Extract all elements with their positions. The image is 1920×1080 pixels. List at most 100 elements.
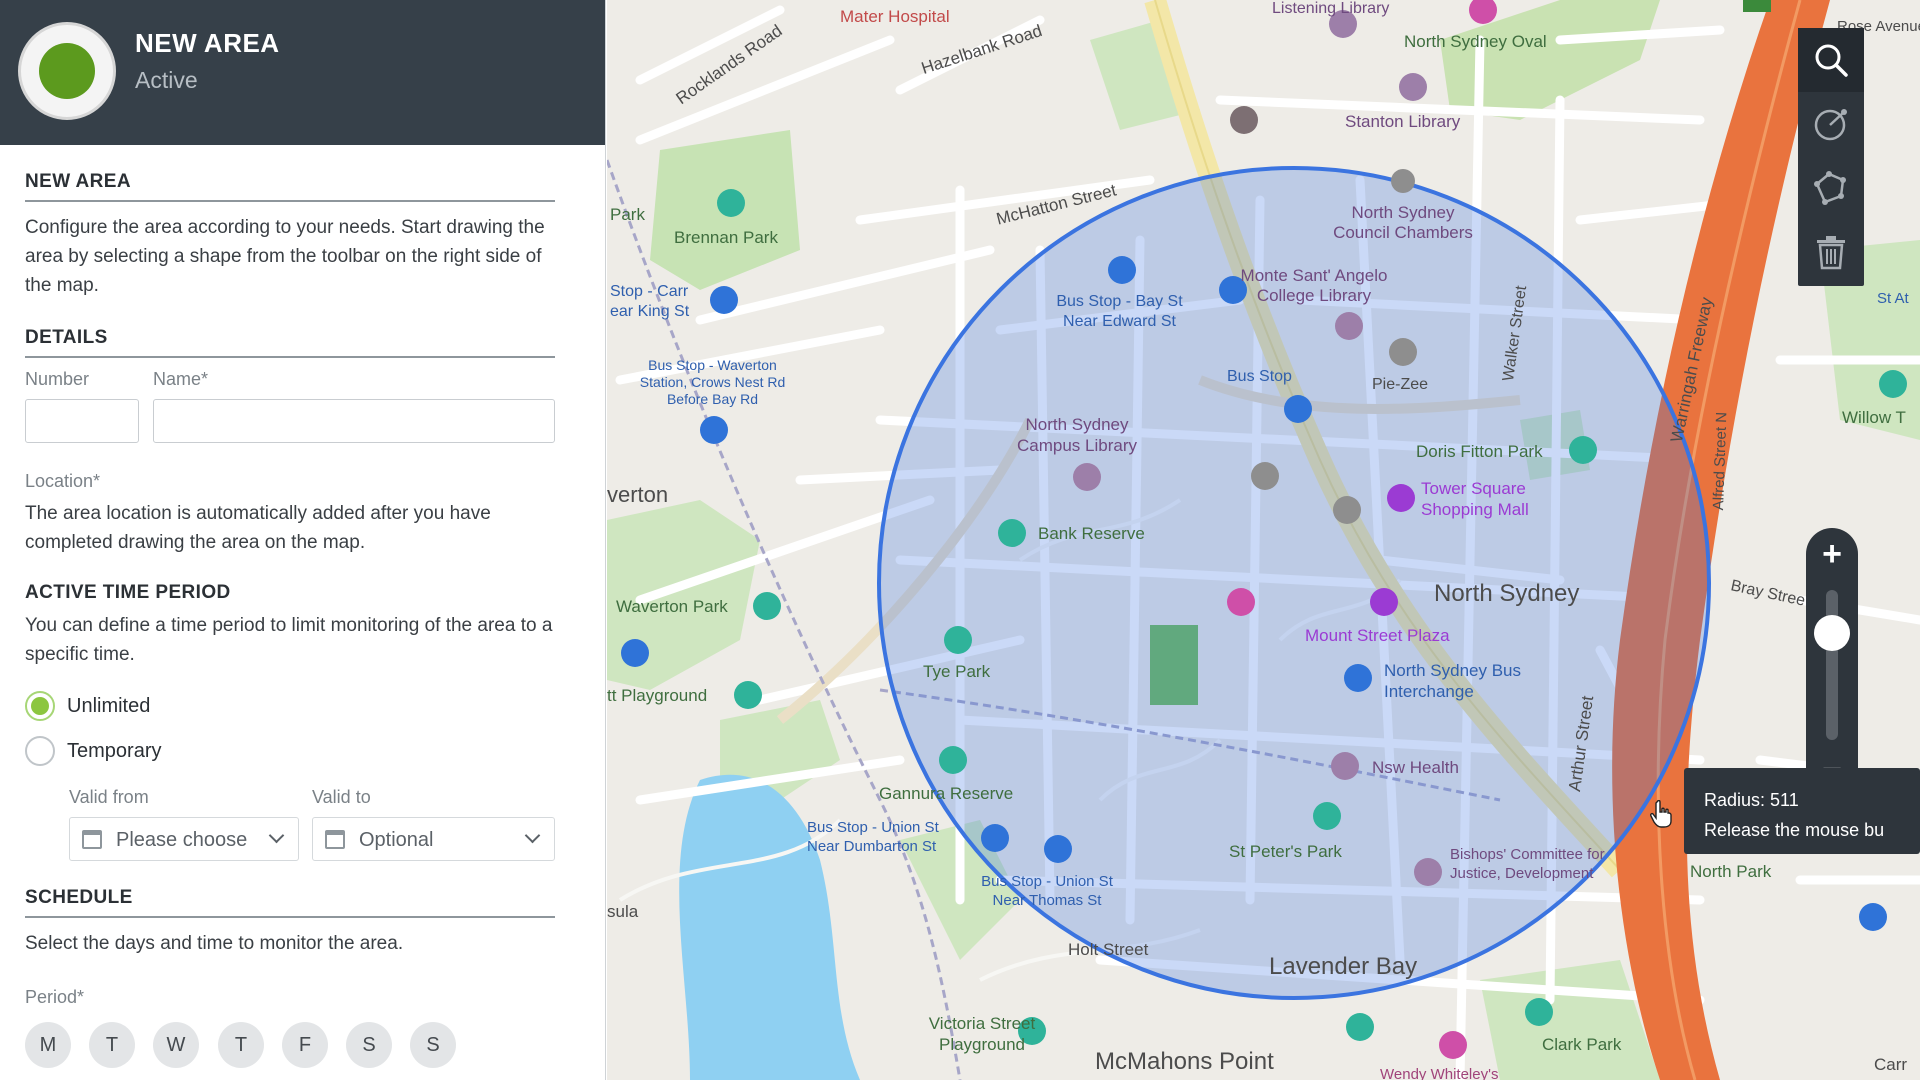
map-label-park: Park xyxy=(610,205,645,224)
zoom-slider-handle[interactable] xyxy=(1814,615,1850,651)
location-text: The area location is automatically added… xyxy=(25,503,491,553)
number-label: Number xyxy=(25,369,90,389)
intro-section-title: NEW AREA xyxy=(25,171,555,202)
radius-tooltip: Radius: 511 Release the mouse bu xyxy=(1684,768,1920,854)
map-label-north-park: North Park xyxy=(1690,862,1772,881)
map-label-holt-street: Holt Street xyxy=(1068,940,1149,959)
map-label-bank-reserve: Bank Reserve xyxy=(1038,524,1145,543)
draw-circle-tool-button[interactable] xyxy=(1798,92,1864,156)
radio-unlimited-label: Unlimited xyxy=(67,695,151,717)
name-input[interactable] xyxy=(153,399,555,443)
radio-unchecked-icon[interactable] xyxy=(25,736,55,766)
location-label: Location* xyxy=(25,471,101,491)
area-status-text: Active xyxy=(135,67,198,93)
radio-temporary[interactable]: Temporary xyxy=(25,736,225,768)
map-label-doris-fitton-park: Doris Fitton Park xyxy=(1416,442,1543,461)
map-label-carr: Carr xyxy=(1874,1055,1908,1074)
map-label-bus-stop-union-thomas: Bus Stop - Union St Near Thomas St xyxy=(981,873,1113,909)
map-label-lavender-bay: Lavender Bay xyxy=(1269,953,1418,980)
map-label-bishops-committee: Bishops' Committee for Justice, Developm… xyxy=(1450,846,1605,882)
chevron-down-icon xyxy=(268,827,285,844)
day-button-monday[interactable]: M xyxy=(25,1022,71,1068)
valid-from-value: Please choose xyxy=(116,829,248,851)
day-button-saturday[interactable]: S xyxy=(346,1022,392,1068)
map-label-bus-stop-bay-st: Bus Stop - Bay St Near Edward St xyxy=(1056,293,1183,330)
map-label-waverton-park: Waverton Park xyxy=(616,597,728,616)
tooltip-hint-text: Release the mouse bu xyxy=(1704,820,1885,840)
day-button-tuesday[interactable]: T xyxy=(89,1022,135,1068)
day-button-wednesday[interactable]: W xyxy=(153,1022,199,1068)
day-button-sunday[interactable]: S xyxy=(410,1022,456,1068)
delete-tool-button[interactable] xyxy=(1798,220,1864,284)
map-label-bus-stop-union-dumbarton: Bus Stop - Union St Near Dumbarton St xyxy=(807,819,939,855)
schedule-text: Select the days and time to monitor the … xyxy=(25,933,404,954)
draw-polygon-tool-button[interactable] xyxy=(1798,156,1864,220)
chevron-down-icon xyxy=(524,827,541,844)
schedule-section-title: SCHEDULE xyxy=(25,887,555,918)
zoom-slider-track[interactable] xyxy=(1826,590,1838,740)
map-label-nsw-health: Nsw Health xyxy=(1372,758,1459,777)
area-config-panel: NEW AREA Active NEW AREA Configure the a… xyxy=(0,0,606,1080)
map-label-north-sydney: North Sydney xyxy=(1434,580,1580,607)
radio-unlimited[interactable]: Unlimited xyxy=(25,691,225,723)
day-button-friday[interactable]: F xyxy=(282,1022,328,1068)
name-label: Name* xyxy=(153,369,209,389)
status-dot-icon xyxy=(39,43,95,99)
tooltip-radius-text: Radius: 511 xyxy=(1704,790,1799,810)
map-label-mcmahons-point: McMahons Point xyxy=(1095,1048,1274,1075)
valid-from-select[interactable]: Please choose xyxy=(69,817,299,861)
map-label-monte-sant-angelo: Monte Sant' Angelo College Library xyxy=(1240,266,1388,305)
map-canvas[interactable]: Mater Hospital Hazelbank Road Rocklands … xyxy=(607,0,1920,1080)
radio-checked-icon[interactable] xyxy=(25,691,55,721)
map-label-bus-stop: Bus Stop xyxy=(1227,368,1292,385)
active-time-period-text: You can define a time period to limit mo… xyxy=(25,615,553,665)
search-icon xyxy=(1815,44,1848,77)
zoom-in-button[interactable]: + xyxy=(1806,528,1858,580)
map-label-mater-hospital: Mater Hospital xyxy=(840,7,950,26)
valid-to-value: Optional xyxy=(359,829,434,851)
radio-temporary-label: Temporary xyxy=(67,740,162,762)
intro-text: Configure the area according to your nee… xyxy=(25,217,545,296)
trash-icon xyxy=(1817,236,1845,270)
calendar-icon xyxy=(82,830,102,849)
map-label-tower-square: Tower Square Shopping Mall xyxy=(1421,479,1529,519)
status-indicator xyxy=(18,22,116,120)
app-root: NEW AREA Active NEW AREA Configure the a… xyxy=(0,0,1920,1080)
details-section-title: DETAILS xyxy=(25,327,555,358)
map-label-campus-library: North Sydney Campus Library xyxy=(1017,415,1137,455)
map-label-pie-zee: Pie-Zee xyxy=(1372,376,1429,393)
panel-title: NEW AREA xyxy=(135,28,280,58)
map-label-st-at: St At xyxy=(1877,290,1909,307)
map-label-tt-playground: tt Playground xyxy=(607,686,708,705)
map-label-mount-street-plaza: Mount Street Plaza xyxy=(1305,626,1450,645)
period-label: Period* xyxy=(25,987,85,1007)
day-button-thursday[interactable]: T xyxy=(218,1022,264,1068)
map-label-willow-t: Willow T xyxy=(1842,408,1906,427)
zoom-control: + − xyxy=(1806,528,1858,796)
map-label-victoria-street-playground: Victoria Street Playground xyxy=(928,1014,1036,1054)
drawing-toolbar xyxy=(1798,28,1864,286)
draw-circle-icon xyxy=(1814,109,1847,141)
map-label-tye-park: Tye Park xyxy=(923,662,991,681)
map-label-brennan-park: Brennan Park xyxy=(674,228,778,247)
map-label-bus-interchange: North Sydney Bus Interchange xyxy=(1384,661,1522,701)
map-label-sula: sula xyxy=(607,902,639,921)
search-tool-button[interactable] xyxy=(1798,28,1864,92)
hand-cursor-icon xyxy=(1650,800,1672,828)
panel-header: NEW AREA Active xyxy=(0,0,605,145)
map-label-north-sydney-council: North Sydney Council Chambers xyxy=(1333,203,1473,242)
map-label-wendy-whiteleys: Wendy Whiteley's xyxy=(1380,1066,1499,1080)
valid-to-select[interactable]: Optional xyxy=(312,817,555,861)
map-label-verton: verton xyxy=(607,482,669,507)
valid-from-label: Valid from xyxy=(69,787,149,807)
number-input[interactable] xyxy=(25,399,139,443)
active-time-period-title: ACTIVE TIME PERIOD xyxy=(25,582,231,603)
map-label-north-sydney-oval: North Sydney Oval xyxy=(1404,32,1547,51)
map-label-gannura-reserve: Gannura Reserve xyxy=(879,784,1014,803)
calendar-icon xyxy=(325,830,345,849)
map-label-clark-park: Clark Park xyxy=(1542,1035,1622,1054)
map-label-stop-carr: Stop - Carr ear King St xyxy=(610,283,690,320)
valid-to-label: Valid to xyxy=(312,787,371,807)
map-label-st-peters-park: St Peter's Park xyxy=(1229,842,1342,861)
map-label-stanton-library: Stanton Library xyxy=(1345,112,1461,131)
